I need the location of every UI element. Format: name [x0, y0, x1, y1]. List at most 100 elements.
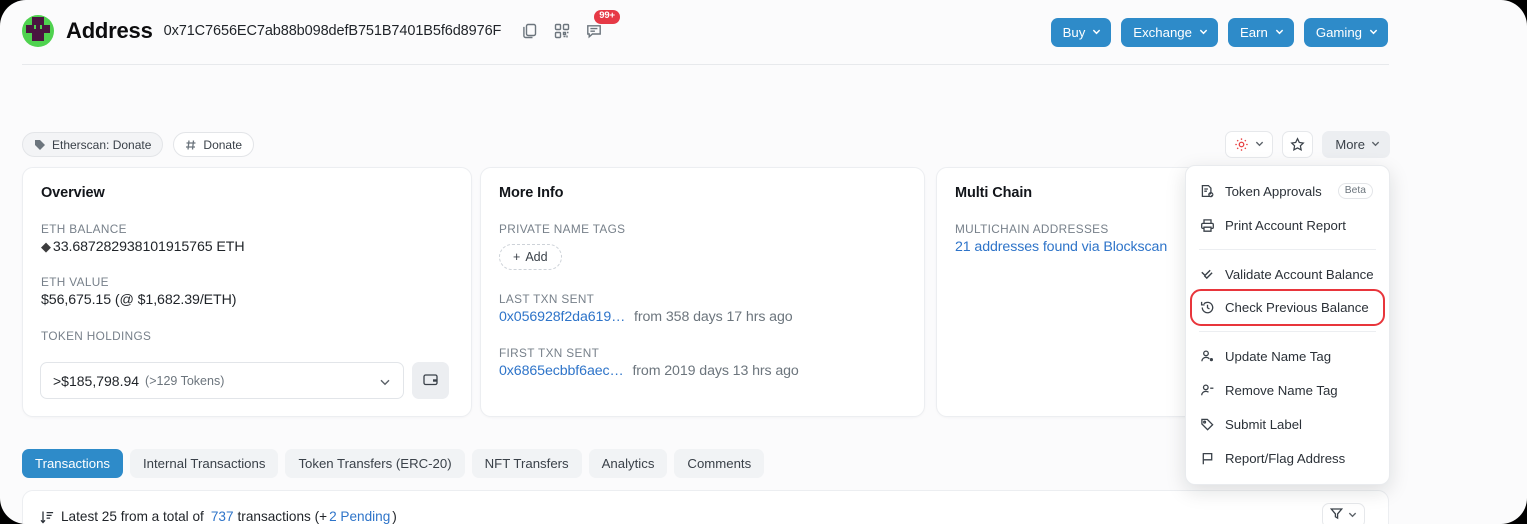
nav-button-buy[interactable]: Buy: [1050, 18, 1112, 47]
last-txn-time: from 358 days 17 hrs ago: [634, 309, 793, 325]
summary-pending-link[interactable]: 2 Pending: [329, 509, 390, 524]
chevron-down-icon: [1275, 27, 1284, 36]
first-txn-time: from 2019 days 13 hrs ago: [632, 363, 799, 379]
multichain-addresses-link[interactable]: 21 addresses found via Blockscan: [955, 239, 1167, 255]
comment-icon[interactable]: 99+: [585, 10, 620, 40]
menu-item-report-flag-address-label: Report/Flag Address: [1225, 450, 1346, 466]
tag-etherscan-donate[interactable]: Etherscan: Donate: [22, 132, 164, 157]
add-private-name-tag-button[interactable]: + Add: [499, 244, 562, 270]
plus-icon: +: [513, 250, 521, 264]
printer-icon: [1200, 218, 1215, 233]
more-info-card: More Info PRIVATE NAME TAGS + Add LAST T…: [480, 167, 925, 417]
token-holdings-amount: >$185,798.94: [53, 372, 140, 389]
token-holdings-select[interactable]: >$185,798.94 (>129 Tokens): [40, 362, 404, 399]
menu-item-validate-account-balance[interactable]: Validate Account Balance: [1186, 257, 1389, 291]
address-icon-group: 99+: [521, 10, 620, 40]
tab-internal-transactions-label: Internal Transactions: [143, 456, 266, 471]
tag-icon: [34, 139, 46, 151]
summary-prefix: Latest 25 from a total of: [61, 509, 204, 524]
sort-icon[interactable]: [40, 510, 54, 524]
address-identicon: [22, 15, 54, 47]
tab-comments[interactable]: Comments: [674, 449, 765, 478]
user-minus-icon: [1200, 383, 1215, 398]
more-button-label: More: [1335, 137, 1365, 152]
first-txn-hash-link[interactable]: 0x6865ecbbf6aec…: [499, 363, 624, 379]
tab-nft-transfers[interactable]: NFT Transfers: [471, 449, 582, 478]
menu-item-validate-account-balance-label: Validate Account Balance: [1225, 266, 1374, 282]
filter-button[interactable]: [1322, 503, 1365, 524]
menu-item-check-previous-balance-label: Check Previous Balance: [1225, 300, 1369, 315]
tab-transactions-label: Transactions: [35, 456, 111, 471]
menu-item-update-name-tag[interactable]: Update Name Tag: [1186, 339, 1389, 373]
last-txn-sent-value: 0x056928f2da619… from 358 days 17 hrs ag…: [499, 309, 924, 325]
chevron-down-icon: [379, 375, 391, 387]
header-nav-buttons: Buy Exchange Earn Gaming: [1050, 18, 1388, 47]
overview-card-title: Overview: [41, 185, 105, 201]
label-icon: [1200, 417, 1215, 432]
nav-button-gaming[interactable]: Gaming: [1303, 18, 1388, 47]
comment-count-badge: 99+: [594, 10, 620, 24]
flag-icon: [1200, 451, 1215, 466]
menu-item-remove-name-tag[interactable]: Remove Name Tag: [1186, 373, 1389, 407]
copy-icon[interactable]: [521, 22, 539, 40]
wallet-icon: [422, 371, 439, 391]
wallet-button[interactable]: [412, 362, 449, 399]
first-txn-sent-label: FIRST TXN SENT: [499, 346, 600, 360]
summary-suffix: ): [392, 509, 397, 524]
menu-divider: [1199, 331, 1376, 332]
menu-item-submit-label[interactable]: Submit Label: [1186, 407, 1389, 441]
menu-item-submit-label-label: Submit Label: [1225, 416, 1302, 432]
page-header: Address 0x71C7656EC7ab88b098defB751B7401…: [0, 0, 1527, 65]
menu-item-remove-name-tag-label: Remove Name Tag: [1225, 382, 1338, 398]
menu-item-print-account-report-label: Print Account Report: [1225, 217, 1346, 233]
menu-item-report-flag-address[interactable]: Report/Flag Address: [1186, 441, 1389, 475]
favorite-button[interactable]: [1282, 131, 1314, 158]
hash-icon: [185, 139, 197, 151]
qr-code-icon[interactable]: [553, 22, 571, 40]
name-tag-row: Etherscan: Donate Donate: [22, 132, 255, 157]
tab-comments-label: Comments: [687, 456, 752, 471]
eth-balance-label: ETH BALANCE: [41, 222, 127, 236]
eth-balance-text: 33.687282938101915765 ETH: [52, 239, 245, 255]
user-edit-icon: [1200, 349, 1215, 364]
ethereum-icon: ◆: [41, 239, 51, 254]
menu-item-update-name-tag-label: Update Name Tag: [1225, 348, 1332, 364]
token-holdings-count: (>129 Tokens): [145, 373, 225, 388]
menu-item-print-account-report[interactable]: Print Account Report: [1186, 208, 1389, 242]
nav-button-earn-label: Earn: [1239, 25, 1268, 40]
tab-token-transfers-label: Token Transfers (ERC-20): [298, 456, 452, 471]
beta-badge: Beta: [1337, 183, 1373, 199]
address-header-group: Address 0x71C7656EC7ab88b098defB751B7401…: [22, 10, 620, 47]
nav-button-gaming-label: Gaming: [1315, 25, 1362, 40]
more-info-card-title: More Info: [499, 185, 564, 201]
chevron-down-icon: [1371, 139, 1380, 148]
tag-donate[interactable]: Donate: [173, 132, 255, 157]
browser-page: Address 0x71C7656EC7ab88b098defB751B7401…: [0, 0, 1527, 524]
last-txn-hash-link[interactable]: 0x056928f2da619…: [499, 309, 625, 325]
token-approvals-icon: [1200, 184, 1215, 199]
menu-divider: [1199, 249, 1376, 250]
settings-button[interactable]: [1225, 131, 1274, 158]
summary-middle: transactions (+: [237, 509, 328, 524]
more-button[interactable]: More: [1322, 131, 1390, 158]
nav-button-exchange[interactable]: Exchange: [1121, 18, 1218, 47]
private-name-tags-label: PRIVATE NAME TAGS: [499, 222, 626, 236]
tab-analytics-label: Analytics: [601, 456, 655, 471]
tab-transactions[interactable]: Transactions: [22, 449, 124, 478]
token-holdings-label: TOKEN HOLDINGS: [41, 329, 152, 343]
menu-item-check-previous-balance[interactable]: Check Previous Balance: [1190, 289, 1385, 326]
history-icon: [1200, 300, 1215, 315]
tab-token-transfers[interactable]: Token Transfers (ERC-20): [285, 449, 465, 478]
nav-button-buy-label: Buy: [1062, 25, 1086, 40]
menu-item-token-approvals[interactable]: Token Approvals Beta: [1186, 174, 1389, 208]
tab-internal-transactions[interactable]: Internal Transactions: [130, 449, 279, 478]
address-value: 0x71C7656EC7ab88b098defB751B7401B5f6d897…: [163, 23, 502, 39]
chevron-down-icon: [1092, 27, 1101, 36]
menu-item-token-approvals-label: Token Approvals: [1225, 183, 1322, 199]
nav-button-earn[interactable]: Earn: [1227, 18, 1294, 47]
tag-donate-label: Donate: [203, 137, 243, 152]
eth-value-label: ETH VALUE: [41, 275, 109, 289]
filter-icon: [1329, 507, 1344, 524]
tab-analytics[interactable]: Analytics: [588, 449, 668, 478]
summary-total-link[interactable]: 737: [211, 509, 234, 524]
